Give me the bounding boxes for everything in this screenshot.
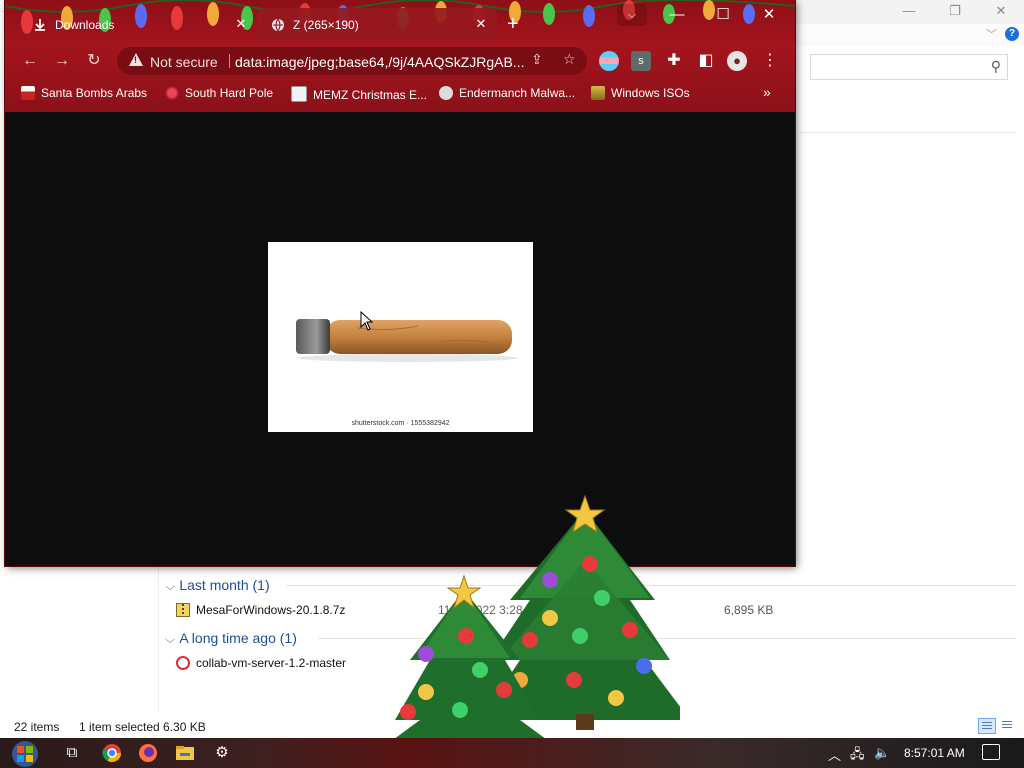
folder-favicon-icon [591,86,605,100]
file-name: MesaForWindows-20.1.8.7z [196,603,346,617]
maximize-button[interactable]: ☐ [705,4,741,26]
explorer-minimize-button[interactable]: — [886,0,932,22]
forward-arrow-icon[interactable]: → [51,50,73,72]
selection-info: 1 item selected 6.30 KB [79,720,206,734]
puzzle-extensions-icon[interactable]: ✚ [663,50,685,72]
search-icon: ⚲ [990,58,1001,74]
bookmark-santa-bombs[interactable]: Santa Bombs Arabs [21,86,147,100]
menu-kebab-icon[interactable]: ⋮ [759,50,781,72]
action-center-icon[interactable] [982,744,1000,760]
displayed-jpeg-image[interactable]: shutterstock.com · 1555382942 [268,242,533,432]
share-icon[interactable]: ⇪ [531,51,543,68]
chrome-frame: Downloads ✕ Z (265×190) ✕ + ⌵ — ☐ ✕ ← → … [5,0,795,112]
bookmark-label: MEMZ Christmas E... [313,88,428,102]
explorer-titlebar: — ❐ ✕ [790,0,1024,24]
bookmark-memz-christmas[interactable]: MEMZ Christmas E... [291,86,427,102]
bookmark-star-icon[interactable]: ☆ [563,51,576,68]
navigation-pane [0,565,159,713]
close-tab-icon[interactable]: ✕ [233,16,249,32]
mouse-cursor-icon [360,311,374,331]
help-icon[interactable]: ? [1005,27,1019,41]
file-name: collab-vm-server-1.2-master [196,656,347,670]
archive-file-icon [176,603,190,617]
details-view-icon[interactable] [978,718,996,734]
extension-s-icon[interactable]: s [631,51,651,71]
volume-icon[interactable]: 🔈 [874,745,890,761]
chrome-taskbar-icon[interactable] [101,743,123,763]
chevron-down-icon: ⌵ [165,581,176,593]
santa-favicon-icon [21,86,35,100]
tab-label: Z (265×190) [293,18,359,32]
start-button-icon[interactable] [8,740,42,768]
image-favicon-icon [291,86,307,102]
url-text[interactable]: data:image/jpeg;base64,/9j/4AAQSkZJRgAB.… [235,54,525,70]
chevron-down-icon: ⌵ [165,634,176,646]
back-arrow-icon[interactable]: ← [19,50,41,72]
explorer-close-button[interactable]: ✕ [978,0,1024,22]
download-icon [35,19,45,31]
bookmarks-bar: Santa Bombs Arabs South Hard Pole MEMZ C… [5,80,795,108]
tab-label: Downloads [55,18,115,32]
tab-downloads[interactable]: Downloads ✕ [25,8,257,42]
source-file-icon [176,656,190,670]
reload-icon[interactable]: ↻ [83,50,105,72]
file-size: 6,895 KB [724,603,774,617]
group-label: Last month (1) [179,577,270,593]
taskbar-clock[interactable]: 8:57:01 AM [904,746,965,760]
panda-favicon-icon [439,86,453,100]
cigar-image [296,319,518,362]
more-bookmarks-chevron-icon[interactable]: » [763,84,771,100]
windows-taskbar: ⧉ ⚙ ︿ 🖧 🔈 8:57:01 AM [0,738,1024,768]
group-header-last-month[interactable]: ⌵ Last month (1) [165,575,270,595]
bookmark-label: Endermanch Malwa... [459,86,576,100]
ribbon-expand-chevron-icon[interactable]: ﹀ [986,26,997,42]
group-header-long-ago[interactable]: ⌵ A long time ago (1) [165,628,297,648]
warning-icon [129,53,143,66]
file-row-mesa[interactable]: MesaForWindows-20.1.8.7z [176,600,345,620]
globe-icon [272,18,284,32]
extension-flag-icon[interactable] [599,51,619,71]
column-header-divider [800,132,1016,133]
task-view-icon[interactable]: ⧉ [61,743,83,763]
large-icons-view-icon[interactable] [999,718,1017,734]
tab-image[interactable]: Z (265×190) ✕ [257,8,497,42]
bookmark-endermanch[interactable]: Endermanch Malwa... [439,86,575,100]
file-explorer-taskbar-icon[interactable] [174,743,196,763]
bookmark-label: South Hard Pole [185,86,274,100]
address-bar[interactable]: Not secure data:image/jpeg;base64,/9j/4A… [117,47,587,75]
new-tab-button[interactable]: + [507,14,519,34]
explorer-search-input[interactable]: ⚲ [810,54,1008,80]
bookmark-windows-isos[interactable]: Windows ISOs [591,86,690,100]
file-row-collab-vm[interactable]: collab-vm-server-1.2-master [176,653,346,673]
image-watermark: shutterstock.com · 1555382942 [351,420,450,427]
settings-gear-icon[interactable]: ⚙ [211,743,233,763]
explorer-maximize-button[interactable]: ❐ [932,0,978,22]
group-label: A long time ago (1) [179,630,297,646]
christmas-trees-decoration [392,494,680,740]
profile-avatar-icon[interactable]: ● [727,51,747,71]
tab-search-chevron-icon[interactable]: ⌵ [617,4,647,26]
firefox-taskbar-icon[interactable] [137,743,159,763]
chrome-toolbar: ← → ↻ Not secure data:image/jpeg;base64,… [5,42,795,80]
bookmark-label: Santa Bombs Arabs [41,86,148,100]
omnibox-divider [229,54,230,68]
network-icon[interactable]: 🖧 [850,745,865,767]
chrome-window: Downloads ✕ Z (265×190) ✕ + ⌵ — ☐ ✕ ← → … [5,0,795,566]
side-panel-icon[interactable]: ◧ [695,50,717,72]
close-tab-icon[interactable]: ✕ [473,16,489,32]
bookmark-south-hard-pole[interactable]: South Hard Pole [165,86,273,100]
minimize-button[interactable]: — [659,4,695,26]
tray-overflow-chevron-icon[interactable]: ︿ [828,745,841,764]
item-count: 22 items [14,720,60,734]
security-label[interactable]: Not secure [150,54,218,70]
bookmark-label: Windows ISOs [611,86,690,100]
red-favicon-icon [165,86,179,100]
close-window-button[interactable]: ✕ [751,4,787,26]
